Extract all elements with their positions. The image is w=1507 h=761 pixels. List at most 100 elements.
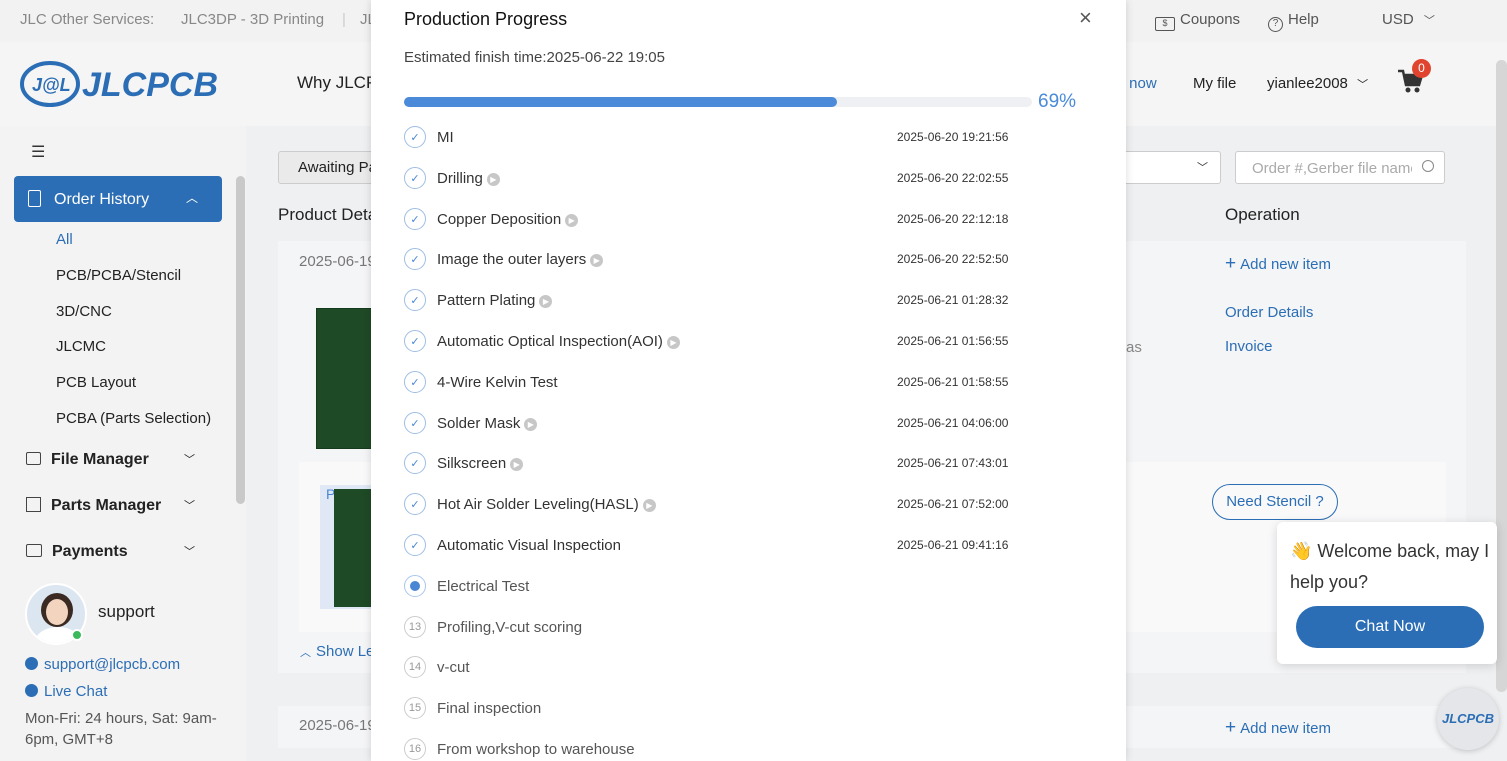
production-step: ✓ Silkscreen ▶ 2025-06-21 07:43:01 (404, 452, 1024, 482)
play-video-icon[interactable]: ▶ (666, 335, 680, 349)
step-check-icon: ✓ (404, 493, 426, 515)
divider: | (342, 11, 346, 28)
order-search-input[interactable]: Order #,Gerber file name (1235, 151, 1445, 184)
coupons-link[interactable]: $ Coupons (1155, 11, 1240, 31)
step-check-icon: ✓ (404, 248, 426, 270)
step-name: Automatic Optical Inspection(AOI) ▶ (437, 333, 680, 350)
plus-icon: + (1225, 717, 1237, 738)
user-menu[interactable]: yianlee2008 ﹀ (1267, 75, 1368, 92)
play-video-icon[interactable]: ▶ (486, 172, 500, 186)
sidebar-item-file-manager[interactable]: File Manager ﹀ (26, 451, 195, 469)
step-time: 2025-06-20 19:21:56 (897, 130, 1009, 144)
production-step: 13 Profiling,V-cut scoring (404, 616, 1024, 646)
step-check-icon: ✓ (404, 534, 426, 556)
chevron-down-icon: ﹀ (184, 500, 195, 512)
chat-now-button[interactable]: Chat Now (1296, 606, 1484, 648)
support-email-link[interactable]: support@jlcpcb.com (25, 656, 180, 673)
sidebar-sub-pcb-layout[interactable]: PCB Layout (56, 374, 136, 391)
production-step: 14 v-cut (404, 656, 1024, 686)
order-details-link[interactable]: Order Details (1225, 304, 1313, 321)
chevron-down-icon: ﹀ (1423, 15, 1435, 27)
cart-count-badge: 0 (1412, 59, 1431, 78)
show-less-link[interactable]: ︿ Show Le (300, 643, 374, 660)
sidebar-item-parts-manager[interactable]: Parts Manager ﹀ (26, 497, 195, 515)
wallet-icon (26, 544, 42, 557)
play-video-icon[interactable]: ▶ (510, 457, 524, 471)
step-time: 2025-06-21 01:28:32 (897, 293, 1009, 307)
sidebar-item-payments[interactable]: Payments ﹀ (26, 543, 195, 561)
step-name: Copper Deposition ▶ (437, 211, 579, 228)
username: yianlee2008 (1267, 75, 1348, 92)
page-scrollbar[interactable] (1496, 60, 1507, 692)
sidebar-sub-jlcmc[interactable]: JLCMC (56, 338, 106, 355)
step-name: Image the outer layers ▶ (437, 251, 604, 268)
step-name: Silkscreen ▶ (437, 455, 524, 472)
help-link[interactable]: ? Help (1268, 11, 1319, 32)
production-step: 15 Final inspection (404, 697, 1024, 727)
cart-button[interactable]: 0 (1397, 59, 1431, 99)
play-video-icon[interactable]: ▶ (524, 417, 538, 431)
status-filter-tab[interactable]: Awaiting Pa (278, 151, 378, 184)
progress-bar (404, 97, 1032, 107)
step-name: Automatic Visual Inspection (437, 537, 621, 554)
service-link-3dp[interactable]: JLC3DP - 3D Printing (181, 11, 324, 28)
step-number-icon: 15 (404, 697, 426, 719)
partial-text: as (1126, 339, 1142, 356)
step-check-icon: ✓ (404, 289, 426, 311)
production-step: Electrical Test (404, 575, 1024, 605)
coupon-icon: $ (1155, 17, 1175, 31)
sidebar-item-order-history[interactable]: Order History ︿ (14, 176, 222, 222)
chat-launcher-button[interactable]: JLCPCB (1437, 688, 1499, 750)
invoice-link[interactable]: Invoice (1225, 338, 1273, 355)
sidebar-scrollbar[interactable] (236, 176, 245, 504)
play-video-icon[interactable]: ▶ (539, 294, 553, 308)
modal-title: Production Progress (404, 9, 568, 29)
col-product-details: Product Deta (278, 205, 378, 224)
currency-select[interactable]: USD ﹀ (1382, 11, 1435, 28)
sidebar-item-label: Order History (54, 191, 150, 208)
sidebar-sub-pcb[interactable]: PCB/PCBA/Stencil (56, 267, 181, 284)
progress-bar-fill (404, 97, 838, 107)
live-chat-link[interactable]: Live Chat (25, 683, 107, 700)
step-name: Profiling,V-cut scoring (437, 619, 583, 636)
email-icon (25, 657, 38, 670)
nav-why-jlcpcb[interactable]: Why JLCP (297, 73, 377, 93)
pcb-item-box[interactable]: PCB (320, 485, 372, 609)
chevron-up-icon: ︿ (300, 647, 311, 659)
pcb-thumbnail[interactable] (316, 308, 374, 449)
step-check-icon: ✓ (404, 371, 426, 393)
svg-text:J@L: J@L (32, 75, 71, 95)
step-name: Hot Air Solder Leveling(HASL) ▶ (437, 496, 656, 513)
chevron-up-icon: ︿ (186, 191, 199, 205)
step-current-icon (404, 575, 426, 597)
menu-toggle-icon[interactable]: ☰ (31, 142, 45, 162)
play-video-icon[interactable]: ▶ (590, 253, 604, 267)
support-hours-1: Mon-Fri: 24 hours, Sat: 9am- (25, 710, 217, 727)
step-time: 2025-06-21 01:58:55 (897, 375, 1009, 389)
play-video-icon[interactable]: ▶ (642, 498, 656, 512)
step-time: 2025-06-21 07:52:00 (897, 497, 1009, 511)
step-check-icon: ✓ (404, 412, 426, 434)
step-time: 2025-06-21 01:56:55 (897, 334, 1009, 348)
production-step: ✓ 4-Wire Kelvin Test 2025-06-21 01:58:55 (404, 371, 1024, 401)
estimated-finish-time: Estimated finish time:2025-06-22 19:05 (404, 49, 665, 66)
nav-my-file[interactable]: My file (1193, 75, 1236, 92)
chevron-down-icon: ﹀ (1357, 79, 1369, 91)
production-step: ✓ Hot Air Solder Leveling(HASL) ▶ 2025-06-2… (404, 493, 1024, 523)
jlcpcb-logo[interactable]: J@L JLCPCB (20, 60, 230, 113)
support-name: support (98, 602, 155, 621)
chevron-down-icon: ﹀ (184, 546, 195, 558)
add-new-item-button-2[interactable]: + Add new item (1225, 717, 1331, 739)
help-icon: ? (1268, 17, 1283, 32)
sidebar-sub-3dcnc[interactable]: 3D/CNC (56, 303, 112, 320)
sidebar-sub-all[interactable]: All (56, 231, 73, 248)
sidebar-sub-pcba-parts[interactable]: PCBA (Parts Selection) (56, 410, 211, 427)
col-operation: Operation (1225, 205, 1300, 224)
need-stencil-button[interactable]: Need Stencil ? (1212, 484, 1338, 520)
search-icon[interactable] (1422, 160, 1434, 172)
play-video-icon[interactable]: ▶ (565, 213, 579, 227)
add-new-item-button[interactable]: + Add new item (1225, 253, 1331, 275)
close-icon[interactable]: × (1079, 7, 1092, 29)
folder-icon (26, 452, 41, 465)
step-check-icon: ✓ (404, 330, 426, 352)
